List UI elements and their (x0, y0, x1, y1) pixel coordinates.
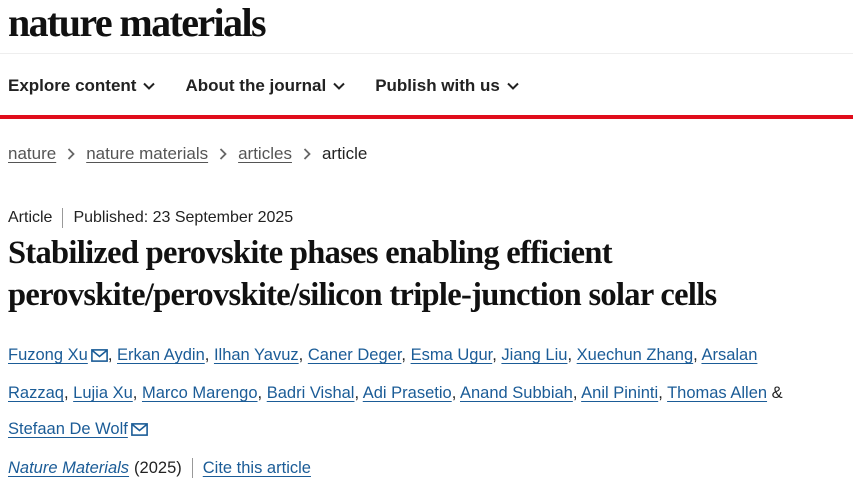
chevron-down-icon (333, 82, 345, 90)
article-title: Stabilized perovskite phases enabling ef… (8, 232, 853, 316)
author-link[interactable]: Erkan Aydin (117, 346, 205, 364)
site-logo[interactable]: nature materials (8, 0, 267, 46)
separator: , (63, 384, 69, 402)
author-link[interactable]: Fuzong Xu (8, 346, 88, 364)
separator: , (107, 346, 113, 364)
separator: , (658, 384, 663, 402)
author-link[interactable]: Lujia Xu (73, 384, 133, 402)
separator: , (492, 346, 497, 364)
ampersand: & (771, 384, 783, 402)
author-link[interactable]: Marco Marengo (142, 384, 258, 402)
author-list: Fuzong Xu, Erkan Aydin, Ilhan Yavuz, Can… (8, 337, 848, 449)
author-link[interactable]: Adi Prasetio (363, 384, 452, 402)
nav-label: About the journal (185, 76, 327, 95)
nav-label: Publish with us (375, 76, 500, 95)
breadcrumb-nature-materials[interactable]: nature materials (86, 144, 208, 164)
breadcrumb-current: article (321, 144, 368, 163)
cite-article-link[interactable]: Cite this article (203, 459, 311, 478)
separator: , (257, 384, 263, 402)
author-link[interactable]: Stefaan De Wolf (8, 420, 128, 438)
main-nav: Explore content About the journal Publis… (8, 74, 549, 98)
author-link[interactable]: Caner Deger (308, 346, 402, 364)
nav-explore-content[interactable]: Explore content (8, 76, 156, 96)
separator: , (693, 346, 698, 364)
breadcrumb: nature nature materials articles article (8, 144, 367, 164)
separator: , (354, 384, 360, 402)
citation-divider (191, 458, 193, 478)
nav-label: Explore content (8, 76, 137, 95)
title-line-2: perovskite/perovskite/silicon triple-jun… (8, 277, 717, 313)
meta-divider (62, 208, 64, 228)
author-link[interactable]: Arsalan (701, 346, 757, 364)
chevron-down-icon (143, 82, 156, 90)
author-link[interactable]: Anand Subbiah (460, 384, 573, 402)
author-link[interactable]: Ilhan Yavuz (214, 346, 299, 364)
breadcrumb-nature[interactable]: nature (8, 144, 56, 164)
breadcrumb-articles[interactable]: articles (238, 144, 292, 164)
chevron-right-icon (67, 148, 75, 160)
author-link[interactable]: Esma Ugur (411, 346, 493, 364)
author-link[interactable]: Thomas Allen (667, 384, 767, 402)
chevron-right-icon (219, 148, 227, 160)
author-link[interactable]: Anil Pininti (581, 384, 658, 402)
article-meta: Article Published: 23 September 2025 (8, 208, 293, 228)
publication-year: (2025) (134, 458, 182, 477)
nav-publish-with-us[interactable]: Publish with us (375, 76, 519, 96)
nav-about-journal[interactable]: About the journal (185, 76, 345, 96)
author-link[interactable]: Badri Vishal (267, 384, 355, 402)
chevron-down-icon (507, 82, 519, 90)
separator: , (572, 384, 578, 402)
separator: , (298, 346, 304, 364)
separator: , (132, 384, 138, 402)
article-type: Article (8, 209, 53, 226)
separator: , (567, 346, 573, 364)
separator: , (204, 346, 210, 364)
author-link[interactable]: Xuechun Zhang (577, 346, 694, 364)
author-link[interactable]: Razzaq (8, 384, 64, 402)
accent-bar (0, 115, 853, 119)
header-divider (0, 53, 853, 54)
journal-link[interactable]: Nature Materials (8, 459, 129, 478)
mail-icon[interactable] (90, 339, 108, 375)
citation-row: Nature Materials (2025) Cite this articl… (8, 458, 311, 478)
separator: , (451, 384, 457, 402)
separator: , (401, 346, 406, 364)
chevron-right-icon (303, 148, 311, 160)
published-date: Published: 23 September 2025 (73, 209, 294, 226)
author-link[interactable]: Jiang Liu (501, 346, 567, 364)
mail-icon[interactable] (130, 413, 148, 449)
title-line-1: Stabilized perovskite phases enabling ef… (8, 235, 613, 271)
